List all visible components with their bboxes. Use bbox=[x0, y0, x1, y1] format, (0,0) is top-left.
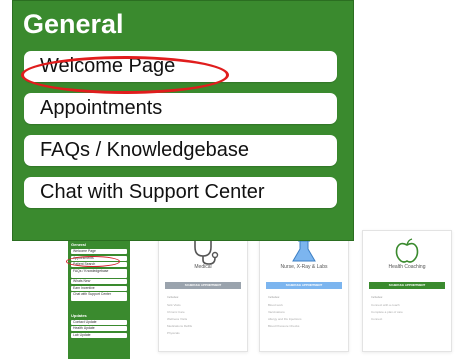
background-highlight-circle bbox=[66, 256, 120, 267]
card-title: Nurse, X-Ray & Labs bbox=[280, 264, 328, 270]
schedule-appointment-button[interactable]: SCHEDULE APPOINTMENT bbox=[165, 282, 241, 289]
card-title: Medical bbox=[194, 264, 212, 270]
apple-icon bbox=[395, 238, 419, 263]
schedule-appointment-button[interactable]: SCHEDULE APPOINTMENT bbox=[266, 282, 342, 289]
card-health-coaching: Health Coaching SCHEDULE APPOINTMENT Inc… bbox=[362, 230, 452, 352]
sidebar-item-contact-update[interactable]: Contact Update bbox=[71, 319, 127, 325]
list-item: Connect with a coach bbox=[371, 303, 400, 307]
list-item: Connect bbox=[371, 317, 383, 321]
card-list: Connect with a coach Complete a plan of … bbox=[371, 302, 403, 323]
sidebar-item-lab-update[interactable]: Lab Update bbox=[71, 332, 127, 338]
card-includes-label: Includes: bbox=[268, 295, 281, 299]
schedule-appointment-button[interactable]: SCHEDULE APPOINTMENT bbox=[369, 282, 445, 289]
sidebar-item-welcome[interactable]: Welcome Page bbox=[71, 249, 127, 254]
card-includes-label: Includes: bbox=[167, 295, 180, 299]
menu-heading: General bbox=[23, 9, 124, 39]
sidebar-item-health-update[interactable]: Health Update bbox=[71, 326, 127, 331]
list-item: Allergy and Flu Injections bbox=[268, 317, 302, 321]
zoomed-general-menu: General Welcome Page Appointments FAQs /… bbox=[12, 0, 354, 241]
list-item: Sick Visits bbox=[167, 303, 181, 307]
list-item: Vaccinations bbox=[268, 310, 285, 314]
card-list: Blood work Vaccinations Allergy and Flu … bbox=[268, 302, 302, 330]
list-item: Blood Pressure Checks bbox=[268, 324, 300, 328]
sidebar-item-earn-incentive[interactable]: Earn Incentive bbox=[71, 285, 127, 291]
sidebar-item-chat[interactable]: Chat with Support Center bbox=[71, 292, 127, 301]
list-item: Wellness Visits bbox=[167, 317, 188, 321]
highlight-circle bbox=[21, 56, 229, 94]
list-item: Physicals bbox=[167, 331, 180, 335]
card-title: Health Coaching bbox=[388, 264, 426, 270]
list-item: Blood work bbox=[268, 303, 283, 307]
sidebar-item-whats-new[interactable]: Whats New bbox=[71, 279, 127, 284]
background-sidebar: General Welcome Page Appointments Patien… bbox=[68, 236, 130, 359]
sidebar-heading-general: General bbox=[71, 242, 86, 247]
menu-item-faqs-knowledgebase[interactable]: FAQs / Knowledgebase bbox=[24, 135, 337, 166]
sidebar-heading-updates: Updates bbox=[71, 312, 87, 318]
sidebar-item-faqs[interactable]: FAQs / Knowledgebase bbox=[71, 268, 127, 278]
card-includes-label: Includes: bbox=[371, 295, 384, 299]
card-nurse-xray-labs: Nurse, X-Ray & Labs SCHEDULE APPOINTMENT… bbox=[259, 230, 349, 352]
list-item: Complete a plan of care bbox=[371, 310, 403, 314]
card-list: Sick Visits Chronic Care Wellness Visits… bbox=[167, 302, 192, 337]
card-medical: Medical SCHEDULE APPOINTMENT Includes: S… bbox=[158, 230, 248, 352]
menu-item-chat-support[interactable]: Chat with Support Center bbox=[24, 177, 337, 208]
list-item: Medications Refills bbox=[167, 324, 193, 328]
list-item: Chronic Care bbox=[167, 310, 185, 314]
menu-item-appointments[interactable]: Appointments bbox=[24, 93, 337, 124]
